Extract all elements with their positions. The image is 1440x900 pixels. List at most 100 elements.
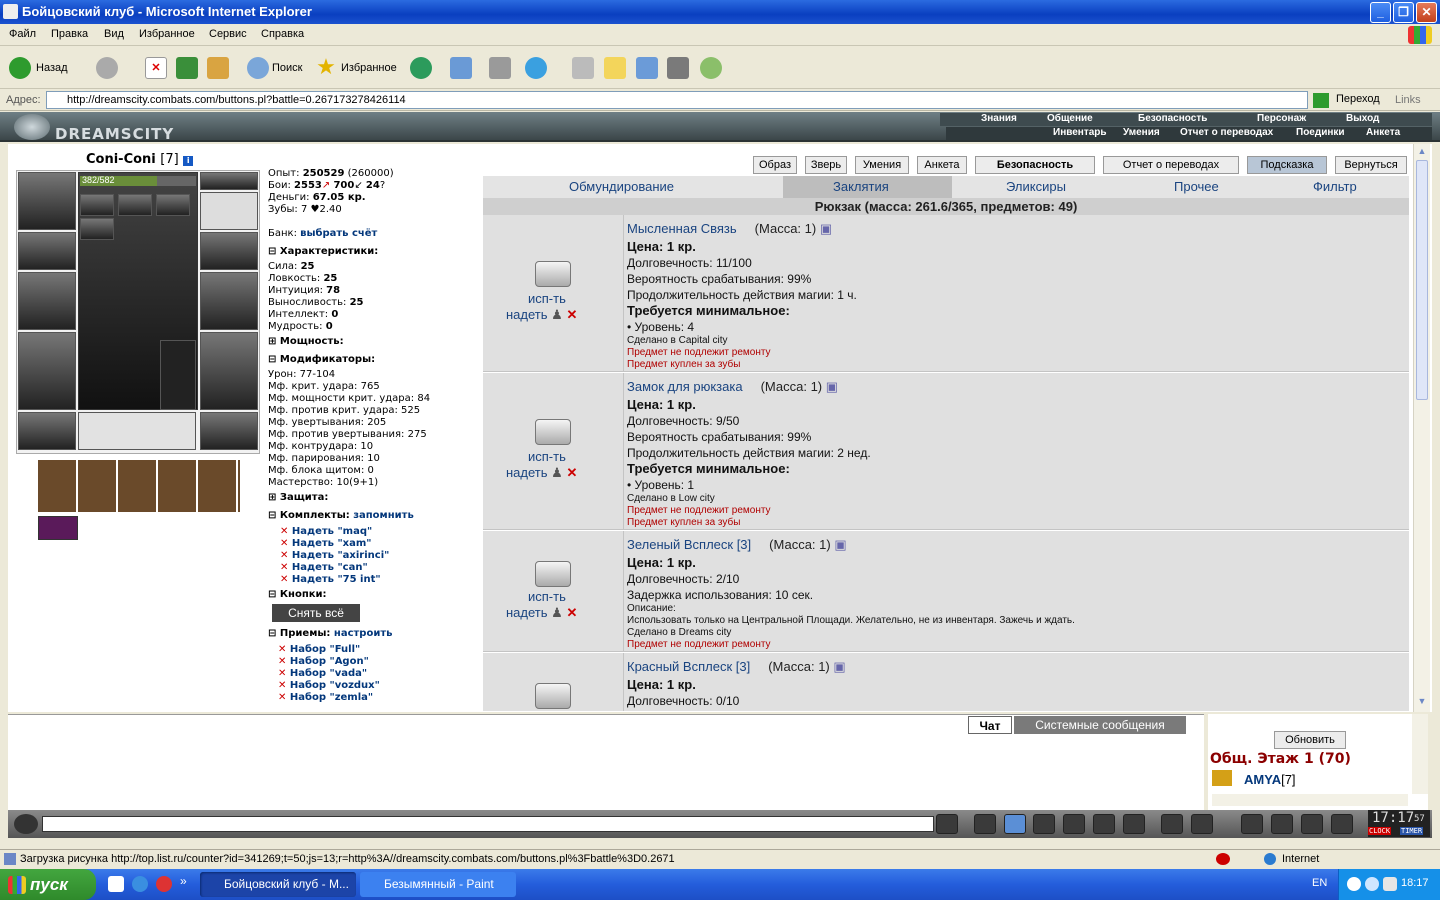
configure-link[interactable]: настроить	[334, 628, 393, 639]
refresh-button[interactable]: Обновить	[1274, 731, 1346, 749]
forward-arrow-icon[interactable]	[96, 57, 118, 79]
set-item[interactable]: ✕ Надеть "maq"	[280, 526, 372, 537]
note-icon[interactable]	[604, 57, 626, 79]
links-button[interactable]: Links	[1395, 94, 1421, 106]
chat-input[interactable]	[42, 816, 934, 832]
set-item[interactable]: ✕ Надеть "75 int"	[280, 574, 381, 585]
effect-icon-extra[interactable]	[38, 516, 78, 540]
green-flash-item-icon[interactable]	[535, 561, 571, 587]
menu-edit[interactable]: Правка	[51, 28, 88, 40]
red-flash-item-icon[interactable]	[535, 683, 571, 709]
tab-spells[interactable]: Заклятия	[833, 179, 889, 194]
filter-icon[interactable]	[1004, 814, 1026, 834]
power-header[interactable]: ⊞ Мощность:	[268, 336, 344, 347]
use-link[interactable]: исп-ть	[528, 589, 566, 604]
people-icon[interactable]	[700, 57, 722, 79]
wear-link[interactable]: надеть ♟ ✕	[506, 465, 577, 481]
transfers-button[interactable]: Отчет о переводах	[1103, 156, 1239, 174]
favorites-button[interactable]: Избранное	[341, 56, 397, 80]
ring-slot-3[interactable]	[156, 194, 190, 216]
face-icon[interactable]	[1161, 814, 1183, 834]
priem-set-item[interactable]: ✕ Набор "Full"	[278, 644, 360, 655]
remember-link[interactable]: запомнить	[353, 510, 414, 521]
address-input[interactable]: http://dreamscity.combats.com/buttons.pl…	[46, 91, 1308, 109]
item-name[interactable]: Мысленная Связь (Масса: 1) ▣	[627, 221, 832, 237]
rune-slots[interactable]	[78, 412, 196, 450]
gloves-slot[interactable]	[200, 232, 258, 270]
earring-slot[interactable]	[200, 192, 258, 230]
wear-link[interactable]: надеть ♟ ✕	[506, 605, 577, 621]
effect-icons[interactable]	[38, 460, 240, 512]
nav-profile[interactable]: Анкета	[1366, 127, 1400, 138]
hint-button[interactable]: Подсказка	[1247, 156, 1327, 174]
map-icon[interactable]	[1271, 814, 1293, 834]
weapon-slot[interactable]	[18, 272, 76, 330]
defense-header[interactable]: ⊞ Защита:	[268, 492, 328, 503]
tab-other[interactable]: Прочее	[1174, 179, 1219, 194]
edit-icon[interactable]	[572, 57, 594, 79]
pet-slot[interactable]	[160, 340, 196, 410]
item-name[interactable]: Зеленый Всплеск [3] (Масса: 1) ▣	[627, 537, 847, 553]
modifiers-header[interactable]: ⊟ Модификаторы:	[268, 354, 375, 365]
quicklaunch-icon-1[interactable]	[108, 876, 124, 892]
nav-character[interactable]: Персонаж	[1257, 113, 1306, 124]
set-item[interactable]: ✕ Надеть "xam"	[280, 538, 372, 549]
pet-button[interactable]: Зверь	[805, 156, 847, 174]
priem-set-item[interactable]: ✕ Набор "vada"	[278, 668, 367, 679]
tab-system-messages[interactable]: Системные сообщения	[1014, 716, 1186, 734]
nav-fights[interactable]: Поединки	[1296, 127, 1345, 138]
messenger-icon[interactable]	[636, 57, 658, 79]
armor-slot[interactable]	[18, 332, 76, 410]
helmet-slot[interactable]	[18, 172, 76, 230]
remove-all-button[interactable]: Снять всё	[272, 604, 360, 622]
tab-elixirs[interactable]: Эликсиры	[1006, 179, 1066, 194]
nav-skills[interactable]: Умения	[1123, 127, 1160, 138]
music-icon[interactable]	[1123, 814, 1145, 834]
go-arrow-icon[interactable]	[1313, 93, 1329, 108]
ring-slot-2[interactable]	[118, 194, 152, 216]
nav-security[interactable]: Безопасность	[1138, 113, 1207, 124]
history-icon[interactable]	[410, 57, 432, 79]
smile-icon[interactable]	[14, 814, 38, 834]
settings-icon[interactable]	[1191, 814, 1213, 834]
task-paint[interactable]: Безымянный - Paint	[360, 872, 516, 897]
search-button[interactable]: Поиск	[272, 56, 302, 80]
research-icon[interactable]	[667, 57, 689, 79]
use-link[interactable]: исп-ть	[528, 291, 566, 306]
online-user[interactable]: AMYA[7]	[1244, 772, 1296, 787]
item-name[interactable]: Замок для рюкзака (Масса: 1) ▣	[627, 379, 838, 395]
nav-transfers[interactable]: Отчет о переводах	[1180, 127, 1273, 138]
tray-icon-3[interactable]	[1383, 877, 1397, 891]
priem-set-item[interactable]: ✕ Набор "vozdux"	[278, 680, 380, 691]
inventory-icon[interactable]	[1241, 814, 1263, 834]
profile-button[interactable]: Анкета	[917, 156, 967, 174]
ring-slot-1[interactable]	[80, 194, 114, 216]
team-icon[interactable]	[1301, 814, 1323, 834]
nav-inventory[interactable]: Инвентарь	[1053, 127, 1107, 138]
skills-button[interactable]: Умения	[855, 156, 909, 174]
delete-icon[interactable]: ✕	[566, 465, 577, 480]
minimize-button[interactable]: _	[1370, 2, 1391, 23]
boots-slot[interactable]	[200, 412, 258, 450]
search-icon[interactable]	[247, 57, 269, 79]
back-arrow-icon[interactable]	[9, 57, 31, 79]
priem-set-item[interactable]: ✕ Набор "Agon"	[278, 656, 369, 667]
delete-icon[interactable]: ✕	[566, 307, 577, 322]
quicklaunch-ie-icon[interactable]	[132, 876, 148, 892]
info-icon[interactable]: i	[183, 156, 194, 166]
image-button[interactable]: Образ	[753, 156, 797, 174]
percent-icon[interactable]	[1093, 814, 1115, 834]
scroll-down-icon[interactable]: ▼	[1416, 696, 1428, 708]
pants-slot[interactable]	[200, 332, 258, 410]
priem-set-item[interactable]: ✕ Набор "zemla"	[278, 692, 373, 703]
menu-view[interactable]: Вид	[104, 28, 124, 40]
save-icon[interactable]	[1033, 814, 1055, 834]
game-logo[interactable]: DREAMSCITY	[55, 125, 174, 143]
sets-header[interactable]: ⊟ Комплекты: запомнить	[268, 510, 414, 521]
delete-icon[interactable]: ✕	[566, 605, 577, 620]
characteristics-header[interactable]: ⊟ Характеристики:	[268, 246, 378, 257]
tab-equipment[interactable]: Обмундирование	[569, 179, 674, 194]
home-icon[interactable]	[207, 57, 229, 79]
priemy-header[interactable]: ⊟ Приемы: настроить	[268, 628, 392, 639]
nav-communication[interactable]: Общение	[1047, 113, 1093, 124]
